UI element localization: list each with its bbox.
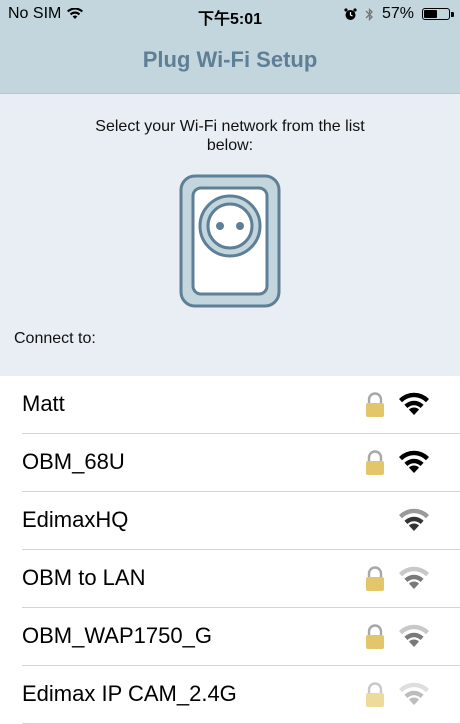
wifi-signal-icon (399, 450, 429, 473)
network-row[interactable]: EdimaxHQ (22, 492, 460, 550)
lock-icon (366, 682, 384, 707)
setup-header: Select your Wi-Fi network from the list … (0, 94, 460, 376)
network-row[interactable]: OBM_68U (22, 434, 460, 492)
battery-icon (422, 8, 454, 20)
network-name: Edimax IP CAM_2.4G (22, 681, 237, 706)
network-name: OBM to LAN (22, 565, 146, 590)
status-bar: No SIM 下午5:01 57% (0, 0, 460, 29)
network-name: EdimaxHQ (22, 507, 129, 532)
network-name: OBM_68U (22, 449, 125, 474)
wifi-signal-icon (399, 682, 429, 705)
wifi-signal-icon (399, 624, 429, 647)
wifi-signal-icon (399, 566, 429, 589)
network-list: Matt OBM_68U EdimaxHQ OBM to LAN OBM_WAP… (0, 376, 460, 724)
connect-to-label: Connect to: (14, 330, 96, 347)
status-right: 57% (344, 5, 454, 23)
network-name: OBM_WAP1750_G (22, 623, 212, 648)
network-name: Matt (22, 391, 65, 416)
lock-icon (366, 392, 384, 417)
wifi-signal-icon (399, 508, 429, 531)
network-row[interactable]: OBM_WAP1750_G (22, 608, 460, 666)
wifi-signal-icon (399, 392, 429, 415)
lock-icon (366, 450, 384, 475)
instruction-text: Select your Wi-Fi network from the list … (95, 118, 365, 154)
smart-plug-icon (179, 174, 281, 308)
lock-icon (366, 624, 384, 649)
battery-percent: 57% (381, 5, 414, 22)
lock-icon (366, 566, 384, 591)
network-row[interactable]: Matt (22, 376, 460, 434)
network-row[interactable]: Edimax IP CAM_2.4G (22, 666, 460, 724)
alarm-icon (344, 7, 357, 20)
bluetooth-icon (365, 7, 373, 21)
page-title: Plug Wi-Fi Setup (142, 47, 318, 72)
battery-fill (424, 10, 437, 18)
battery-tip (451, 12, 454, 17)
navigation-bar: Plug Wi-Fi Setup (0, 29, 460, 94)
network-row[interactable]: OBM to LAN (22, 550, 460, 608)
